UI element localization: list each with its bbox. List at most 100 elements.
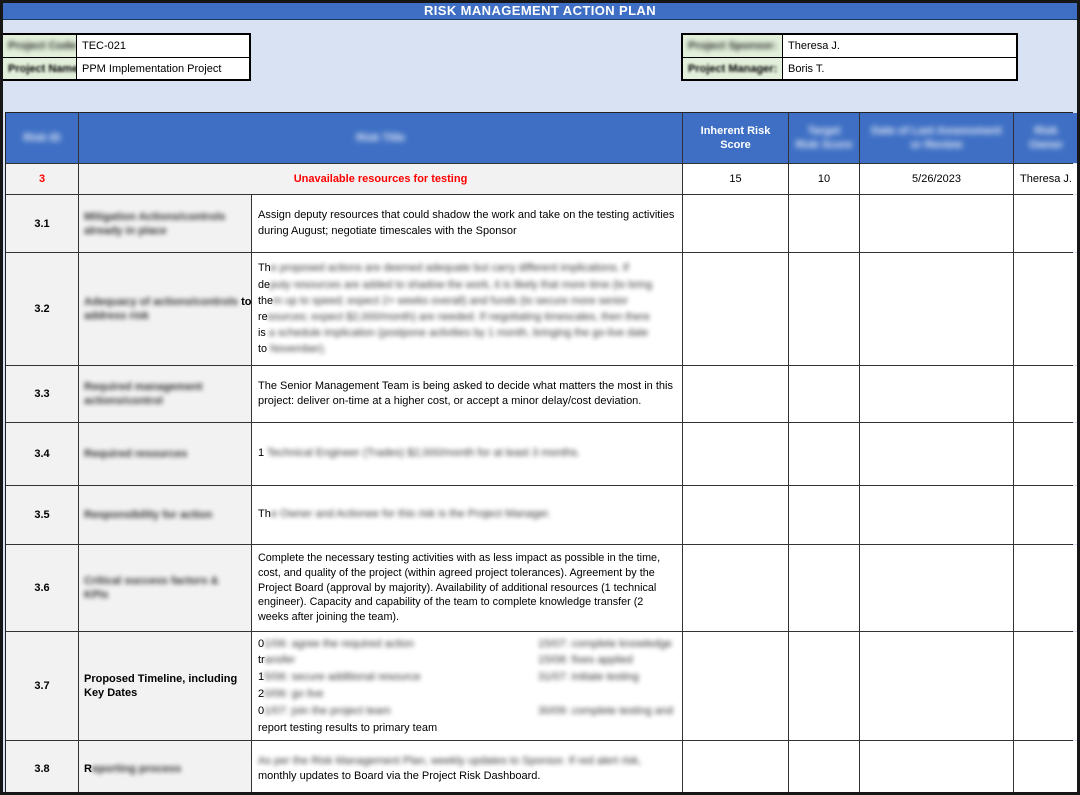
risk-item-id-cell[interactable]: 3.8 <box>6 741 78 795</box>
header-risk-owner[interactable]: Risk Owner <box>1014 113 1078 163</box>
empty-cell[interactable] <box>860 253 1013 365</box>
risk-item-text-cell[interactable]: As per the Risk Management Plan, weekly … <box>252 741 682 795</box>
risk-title-cell[interactable]: Unavailable resources for testing <box>79 164 682 194</box>
risk-item-id-cell[interactable]: 3.1 <box>6 195 78 252</box>
text-segment: tr <box>258 654 265 666</box>
empty-cell[interactable] <box>1014 741 1078 795</box>
empty-cell[interactable] <box>860 545 1013 631</box>
project-name-value[interactable]: PPM Implementation Project <box>77 58 249 79</box>
blurred-text-segment: sources; expect $2,000/month) are needed… <box>268 311 650 323</box>
empty-cell[interactable] <box>789 741 859 795</box>
empty-cell[interactable] <box>683 741 788 795</box>
text-line: 1 Technical Engineer (Trades) $2,000/mon… <box>258 446 676 462</box>
blurred-text-segment: Required management <box>84 381 203 393</box>
empty-cell[interactable] <box>860 195 1013 252</box>
blurred-text-segment: eporting process <box>92 763 181 775</box>
project-manager-value[interactable]: Boris T. <box>783 58 1016 79</box>
text-line: The Owner and Actionee for this risk is … <box>258 507 676 523</box>
inherent-risk-score-cell[interactable]: 15 <box>683 164 788 194</box>
table-row: 3.2Adequacy of actions/controls toaddres… <box>6 253 1072 365</box>
date-last-assessment-cell[interactable]: 5/26/2023 <box>860 164 1013 194</box>
empty-cell[interactable] <box>789 423 859 485</box>
risk-item-label-cell[interactable]: Required managementactions/control <box>79 366 251 422</box>
empty-cell[interactable] <box>683 486 788 544</box>
text-segment: The Senior Management Team is being aske… <box>258 380 673 408</box>
risk-item-id-cell[interactable]: 3.3 <box>6 366 78 422</box>
text-segment: the <box>258 295 273 307</box>
empty-cell[interactable] <box>683 195 788 252</box>
risk-item-id-cell[interactable]: 3.7 <box>6 632 78 740</box>
text-segment: re <box>258 311 268 323</box>
project-name-label: Project Name: <box>3 58 77 79</box>
header-date-last-assessment[interactable]: Date of Last Assessment or Review <box>860 113 1013 163</box>
empty-cell[interactable] <box>789 486 859 544</box>
target-risk-score-cell[interactable]: 10 <box>789 164 859 194</box>
empty-cell[interactable] <box>1014 253 1078 365</box>
project-sponsor-label: Project Sponsor: <box>683 35 783 57</box>
risk-item-label-cell[interactable]: Critical success factors &KPIs <box>79 545 251 631</box>
risk-owner-cell[interactable]: Theresa J. <box>1014 164 1078 194</box>
empty-cell[interactable] <box>1014 366 1078 422</box>
text-segment: de <box>258 279 270 291</box>
empty-cell[interactable] <box>860 741 1013 795</box>
empty-cell[interactable] <box>683 545 788 631</box>
blurred-text-segment: address risk <box>84 310 149 322</box>
risk-table: Risk ID Risk Title Inherent Risk Score T… <box>5 112 1073 795</box>
empty-cell[interactable] <box>860 423 1013 485</box>
header-target-risk-score[interactable]: Target Risk Score <box>789 113 859 163</box>
text-line: monthly updates to Board via the Project… <box>258 769 676 785</box>
risk-item-text-cell[interactable]: 01/06: agree the required action15/07: c… <box>252 632 682 740</box>
empty-cell[interactable] <box>1014 545 1078 631</box>
empty-cell[interactable] <box>683 366 788 422</box>
risk-item-label-cell[interactable]: Proposed Timeline, includingKey Dates <box>79 632 251 740</box>
header-risk-title[interactable]: Risk Title <box>79 113 682 163</box>
risk-item-id-cell[interactable]: 3.5 <box>6 486 78 544</box>
risk-item-text-cell[interactable]: Assign deputy resources that could shado… <box>252 195 682 252</box>
empty-cell[interactable] <box>683 423 788 485</box>
text-line: Required resources <box>84 447 247 461</box>
text-line: 01/07: join the project team30/09: compl… <box>258 703 676 720</box>
empty-cell[interactable] <box>1014 486 1078 544</box>
risk-item-id-cell[interactable]: 3.2 <box>6 253 78 365</box>
empty-cell[interactable] <box>860 366 1013 422</box>
empty-cell[interactable] <box>860 486 1013 544</box>
risk-item-text-cell[interactable]: The Owner and Actionee for this risk is … <box>252 486 682 544</box>
risk-item-label-cell[interactable]: Required resources <box>79 423 251 485</box>
risk-item-text-cell[interactable]: Complete the necessary testing activitie… <box>252 545 682 631</box>
risk-id-cell[interactable]: 3 <box>6 164 78 194</box>
risk-item-text-cell[interactable]: The proposed actions are deemed adequate… <box>252 253 682 365</box>
empty-cell[interactable] <box>1014 632 1078 740</box>
project-sponsor-value[interactable]: Theresa J. <box>783 35 1016 57</box>
empty-cell[interactable] <box>1014 195 1078 252</box>
text-segment: Proposed Timeline, including <box>84 673 237 685</box>
blurred-text-segment: 1/07: join the project team <box>264 705 391 717</box>
empty-cell[interactable] <box>1014 423 1078 485</box>
empty-cell[interactable] <box>683 253 788 365</box>
risk-item-label-cell[interactable]: Reporting process <box>79 741 251 795</box>
blurred-text-segment: 0/06: go live <box>264 688 323 700</box>
header-risk-id[interactable]: Risk ID <box>6 113 78 163</box>
empty-cell[interactable] <box>789 366 859 422</box>
risk-item-label-cell[interactable]: Mitigation Actions/controlsalready in pl… <box>79 195 251 252</box>
table-row: 3.1Mitigation Actions/controlsalready in… <box>6 195 1072 252</box>
blurred-text-segment: 15/07: complete knowledge <box>538 636 672 653</box>
empty-cell[interactable] <box>789 632 859 740</box>
empty-cell[interactable] <box>860 632 1013 740</box>
text-line: Adequacy of actions/controls to <box>84 295 247 309</box>
empty-cell[interactable] <box>789 545 859 631</box>
header-inherent-risk-score[interactable]: Inherent Risk Score <box>683 113 788 163</box>
blurred-text-segment: Critical success factors & <box>84 575 219 587</box>
risk-item-label-cell[interactable]: Adequacy of actions/controls toaddress r… <box>79 253 251 365</box>
risk-item-text-cell[interactable]: The Senior Management Team is being aske… <box>252 366 682 422</box>
text-line: is a schedule implication (postpone acti… <box>258 325 676 341</box>
empty-cell[interactable] <box>789 253 859 365</box>
text-line: address risk <box>84 309 247 323</box>
text-line: Key Dates <box>84 686 247 700</box>
risk-item-label-cell[interactable]: Responsibility for action <box>79 486 251 544</box>
risk-item-id-cell[interactable]: 3.6 <box>6 545 78 631</box>
risk-item-text-cell[interactable]: 1 Technical Engineer (Trades) $2,000/mon… <box>252 423 682 485</box>
risk-item-id-cell[interactable]: 3.4 <box>6 423 78 485</box>
empty-cell[interactable] <box>683 632 788 740</box>
project-code-value[interactable]: TEC-021 <box>77 35 249 57</box>
empty-cell[interactable] <box>789 195 859 252</box>
